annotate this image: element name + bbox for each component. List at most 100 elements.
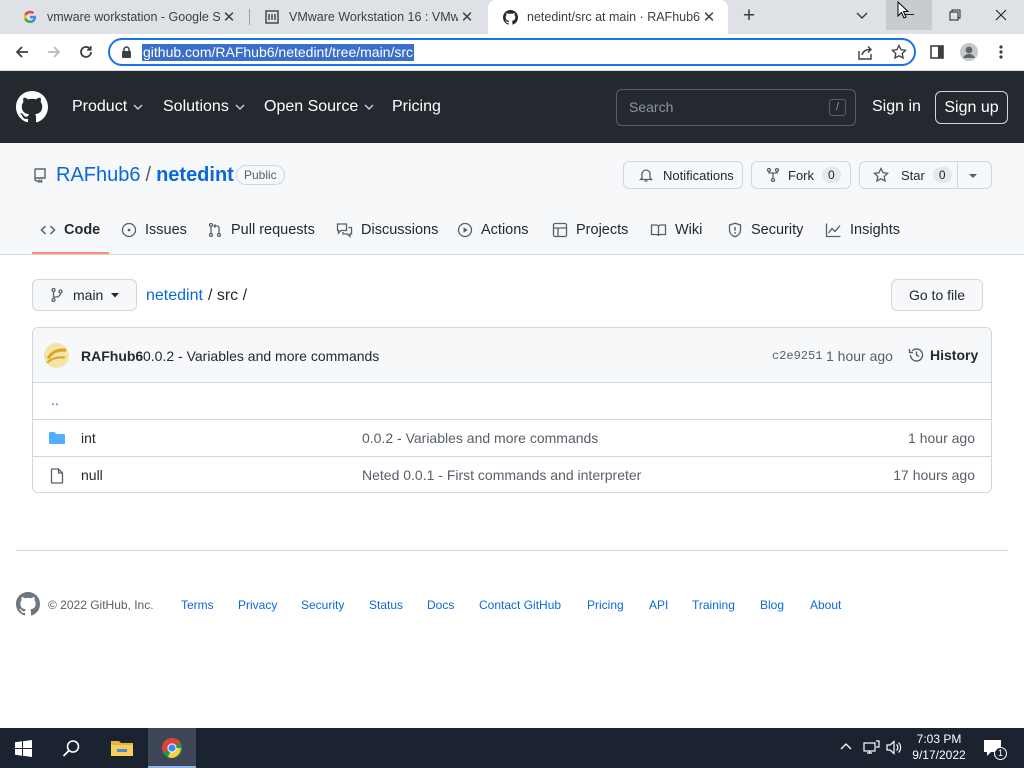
close-tab-icon[interactable]: ✕ <box>700 8 718 26</box>
tab-vmware[interactable]: VMware Workstation 16 : VMwar ✕ <box>250 0 486 34</box>
reload-button[interactable] <box>73 39 99 65</box>
footer-link-terms[interactable]: Terms <box>181 598 214 612</box>
tab-insights[interactable]: Insights <box>825 222 900 238</box>
commit-author-link[interactable]: RAFhub6 <box>81 348 143 364</box>
code-icon <box>40 225 56 235</box>
file-commit-message-link[interactable]: Neted 0.0.1 - First commands and interpr… <box>362 467 641 483</box>
go-to-file-button[interactable]: Go to file <box>891 279 983 311</box>
footer-link-security[interactable]: Security <box>301 598 344 612</box>
restore-button[interactable] <box>932 0 978 30</box>
file-explorer-icon[interactable] <box>110 738 134 758</box>
footer-link-about[interactable]: About <box>810 598 841 612</box>
close-tab-icon[interactable]: ✕ <box>458 8 476 26</box>
new-tab-button[interactable]: + <box>737 5 761 29</box>
repo-owner-link[interactable]: RAFhub6 <box>56 164 141 187</box>
nav-open-source[interactable]: Open Source <box>264 98 374 116</box>
tab-title: netedint/src at main · RAFhub6/n <box>527 10 700 24</box>
sign-in-link[interactable]: Sign in <box>872 98 921 116</box>
network-icon[interactable] <box>863 740 880 755</box>
notification-count-badge: 1 <box>994 747 1007 760</box>
repo-title-separator: / <box>145 164 152 186</box>
bookmark-star-icon[interactable] <box>891 44 907 60</box>
tab-wiki-label: Wiki <box>675 222 703 238</box>
tab-actions[interactable]: Actions <box>457 222 529 238</box>
minimize-button[interactable] <box>886 0 932 30</box>
nav-pricing-label: Pricing <box>392 98 441 115</box>
file-name-link[interactable]: null <box>81 467 103 483</box>
taskbar-clock[interactable]: 7:03 PM 9/17/2022 <box>900 731 978 763</box>
nav-solutions[interactable]: Solutions <box>163 98 245 116</box>
notifications-button[interactable]: Notifications <box>623 161 743 189</box>
tab-wiki[interactable]: Wiki <box>650 222 702 238</box>
footer-link-api[interactable]: API <box>649 598 668 612</box>
url-text[interactable]: github.com/RAFhub6/netedint/tree/main/sr… <box>142 44 415 61</box>
file-age: 1 hour ago <box>908 430 975 446</box>
file-name-link[interactable]: int <box>81 430 96 446</box>
close-window-button[interactable] <box>978 0 1024 30</box>
sign-up-button[interactable]: Sign up <box>935 91 1008 124</box>
fork-label: Fork <box>788 167 814 183</box>
tab-github-active[interactable]: netedint/src at main · RAFhub6/n ✕ <box>488 0 728 34</box>
parent-directory-row[interactable]: .. <box>33 382 991 419</box>
repo-name-link[interactable]: netedint <box>156 164 234 187</box>
table-row[interactable]: int 0.0.2 - Variables and more commands … <box>33 419 991 456</box>
commit-message-link[interactable]: 0.0.2 - Variables and more commands <box>143 348 379 364</box>
clock-time: 7:03 PM <box>916 732 962 746</box>
issue-icon <box>121 222 137 238</box>
footer-link-status[interactable]: Status <box>369 598 403 612</box>
tab-security[interactable]: Security <box>727 222 803 238</box>
clock-date: 9/17/2022 <box>912 748 966 762</box>
taskbar-search-icon[interactable] <box>62 739 81 758</box>
star-dropdown-caret-icon[interactable] <box>966 171 980 181</box>
footer-link-pricing[interactable]: Pricing <box>587 598 624 612</box>
book-icon <box>650 224 667 237</box>
history-link[interactable]: History <box>908 347 978 363</box>
fork-button[interactable]: Fork 0 <box>751 161 851 189</box>
windows-start-icon[interactable] <box>15 740 32 757</box>
avatar[interactable] <box>44 343 69 368</box>
address-bar[interactable]: github.com/RAFhub6/netedint/tree/main/sr… <box>108 38 916 66</box>
forward-button[interactable] <box>41 39 67 65</box>
footer-divider <box>16 550 1008 551</box>
breadcrumb-repo-link[interactable]: netedint <box>146 287 203 305</box>
github-footer-logo-icon[interactable] <box>16 592 40 616</box>
nav-open-source-label: Open Source <box>264 98 359 115</box>
tab-projects[interactable]: Projects <box>552 222 628 238</box>
table-row[interactable]: null Neted 0.0.1 - First commands and in… <box>33 456 991 492</box>
chevron-down-icon <box>235 104 245 110</box>
tab-issues[interactable]: Issues <box>121 222 187 238</box>
profile-avatar-icon[interactable] <box>956 39 982 65</box>
branch-select-button[interactable]: main <box>32 279 137 311</box>
tab-search-chevron-icon[interactable] <box>852 8 872 24</box>
tab-insights-label: Insights <box>850 222 900 238</box>
tab-discussions[interactable]: Discussions <box>336 222 438 238</box>
footer-link-privacy[interactable]: Privacy <box>238 598 277 612</box>
nav-product-label: Product <box>72 98 128 115</box>
browser-menu-icon[interactable] <box>988 39 1014 65</box>
parent-directory-link[interactable]: .. <box>51 392 59 408</box>
notification-center-icon[interactable]: 1 <box>983 739 1007 760</box>
footer-link-contact[interactable]: Contact GitHub <box>479 598 561 612</box>
lock-icon[interactable] <box>121 46 132 59</box>
footer-link-docs[interactable]: Docs <box>427 598 454 612</box>
nav-product[interactable]: Product <box>72 98 143 116</box>
branch-name: main <box>73 287 104 303</box>
nav-pricing[interactable]: Pricing <box>392 98 441 116</box>
back-button[interactable] <box>9 39 35 65</box>
discussions-icon <box>336 223 353 238</box>
tray-chevron-up-icon[interactable] <box>840 742 852 752</box>
taskbar-chrome-button[interactable] <box>148 728 196 768</box>
tab-pull-requests[interactable]: Pull requests <box>207 222 315 238</box>
footer-link-blog[interactable]: Blog <box>760 598 784 612</box>
commit-sha-link[interactable]: c2e9251 <box>772 349 822 363</box>
share-icon[interactable] <box>858 45 874 60</box>
side-panel-icon[interactable] <box>924 39 950 65</box>
search-input[interactable]: Search / <box>616 89 856 126</box>
github-logo-icon[interactable] <box>16 91 48 123</box>
close-tab-icon[interactable]: ✕ <box>220 8 238 26</box>
tab-code[interactable]: Code <box>40 222 100 238</box>
file-commit-message-link[interactable]: 0.0.2 - Variables and more commands <box>362 430 598 446</box>
star-label: Star <box>901 167 925 183</box>
footer-link-training[interactable]: Training <box>692 598 735 612</box>
tab-google-search[interactable]: vmware workstation - Google Se ✕ <box>8 0 248 34</box>
